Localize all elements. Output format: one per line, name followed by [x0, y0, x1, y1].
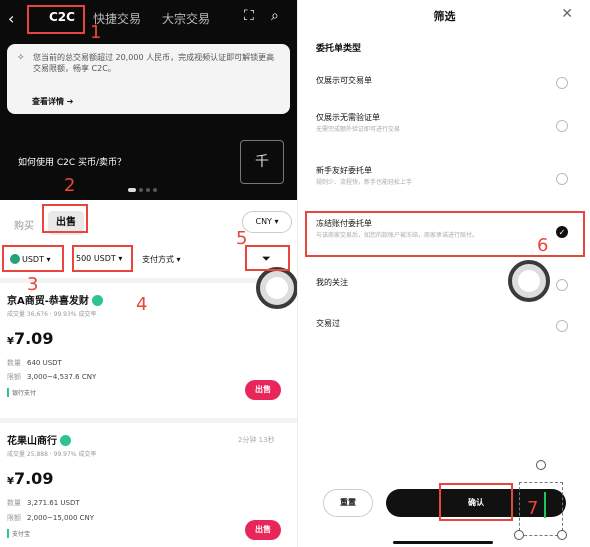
option-traded-before[interactable]: 交易过 [316, 318, 578, 356]
option-title: 新手友好委托单 [316, 166, 372, 175]
radio-button[interactable] [556, 77, 568, 89]
highlight-box-confirm [439, 483, 513, 521]
annotation-number: 1 [90, 22, 102, 43]
merchant-price: ¥7.09 [7, 469, 53, 488]
quantity-row: 数量 3,271.61 USDT [7, 498, 80, 508]
option-tradable-only[interactable]: 仅展示可交易单 [316, 75, 578, 113]
home-indicator [393, 541, 493, 544]
merchant-name[interactable]: 花果山商行 [7, 432, 71, 447]
floating-assistive-touch[interactable] [508, 260, 550, 302]
highlight-box-c2c [27, 5, 85, 34]
reset-button[interactable]: 重置 [323, 489, 373, 517]
quantity-value: 640 USDT [27, 359, 62, 367]
annotation-number: 4 [136, 294, 148, 315]
selection-handle[interactable] [514, 530, 524, 540]
limit-value: 3,000~4,537.6 CNY [27, 373, 97, 381]
highlight-box-sell [42, 204, 88, 233]
currency-select[interactable]: CNY ▾ [242, 211, 292, 233]
radio-button[interactable] [556, 320, 568, 332]
close-icon[interactable]: ✕ [561, 6, 573, 22]
response-time: 2分钟 13秒 [238, 436, 275, 444]
search-icon[interactable]: ⌕ [271, 8, 279, 24]
promo-text[interactable]: 如何使用 C2C 买币/卖币？ [18, 155, 126, 168]
limit-label: 限额 [7, 514, 21, 522]
selection-handle[interactable] [557, 530, 567, 540]
annotation-number: 5 [236, 228, 248, 249]
payment-method: 支付宝 [7, 529, 30, 538]
verified-badge-icon [91, 295, 103, 306]
limit-label: 限额 [7, 373, 21, 381]
merchant-name[interactable]: 京A商贸-恭喜发财 [7, 292, 103, 307]
view-details-link[interactable]: 查看详情 ➔ [32, 96, 74, 107]
option-title: 仅展示可交易单 [316, 76, 372, 85]
highlight-box-coin [2, 245, 64, 272]
radio-button[interactable] [556, 173, 568, 185]
floating-assistive-touch[interactable] [256, 267, 297, 309]
highlight-box-filter [245, 245, 290, 271]
selection-box [519, 482, 563, 536]
option-no-verification[interactable]: 仅展示无需验证单 无需完成额外验证即可进行交易 [316, 112, 578, 150]
quantity-value: 3,271.61 USDT [27, 499, 80, 507]
merchant-stats: 成交量 25,888 · 99.97% 成交率 [7, 451, 97, 458]
price-value: 7.09 [13, 469, 54, 488]
merchant-price: ¥7.09 [7, 329, 53, 348]
merchant-card: 京A商贸-恭喜发财 成交量 36,676 · 99.93% 成交率 ¥7.09 … [0, 292, 297, 422]
merchant-name-text: 京A商贸-恭喜发财 [7, 296, 89, 307]
option-newbie-friendly[interactable]: 新手友好委托单 规则少、流程快，新手也能轻松上手 [316, 165, 578, 203]
divider [0, 418, 297, 423]
quantity-label: 数量 [7, 499, 21, 507]
c2c-panel: ‹ C2C 快捷交易 大宗交易 ⛶ ⌕ ✧ 您当前的总交易额超过 20,000 … [0, 0, 297, 547]
option-description: 无需完成额外验证即可进行交易 [316, 126, 401, 133]
filter-title: 筛选 [433, 10, 456, 23]
annotation-number: 6 [537, 235, 549, 256]
annotation-number: 2 [64, 175, 76, 196]
divider [0, 278, 297, 283]
option-title: 交易过 [316, 319, 340, 328]
option-description: 规则少、流程快，新手也能轻松上手 [316, 179, 413, 186]
option-title: 仅展示无需验证单 [316, 113, 380, 122]
filter-header: 筛选 ✕ [298, 0, 590, 30]
scan-icon[interactable]: ⛶ [244, 8, 254, 24]
verified-badge-icon [60, 435, 71, 446]
text-cursor [544, 492, 546, 518]
limit-value: 2,000~15,000 CNY [27, 514, 95, 522]
guide-book-icon: 千 [240, 140, 284, 184]
back-icon[interactable]: ‹ [8, 9, 14, 28]
quantity-row: 数量 640 USDT [7, 358, 62, 368]
carousel-dot [139, 188, 143, 192]
price-value: 7.09 [13, 329, 54, 348]
radio-button[interactable] [556, 279, 568, 291]
sell-button[interactable]: 出售 [245, 520, 281, 540]
merchant-card: 花果山商行 成交量 25,888 · 99.97% 成交率 2分钟 13秒 ¥7… [0, 432, 297, 547]
carousel-dot [153, 188, 157, 192]
tab-block-trade[interactable]: 大宗交易 [162, 10, 210, 27]
limit-row: 限额 3,000~4,537.6 CNY [7, 372, 96, 382]
order-type-heading: 委托单类型 [316, 44, 362, 54]
quantity-label: 数量 [7, 359, 21, 367]
limit-row: 限额 2,000~15,000 CNY [7, 513, 94, 523]
screenshot-root: ‹ C2C 快捷交易 大宗交易 ⛶ ⌕ ✧ 您当前的总交易额超过 20,000 … [0, 0, 590, 547]
price-currency-symbol: ¥ [7, 476, 14, 487]
merchant-name-text: 花果山商行 [7, 436, 57, 447]
payment-method: 银行支付 [7, 388, 36, 397]
annotation-number: 3 [27, 274, 39, 295]
sell-button[interactable]: 出售 [245, 380, 281, 400]
carousel-dot [128, 188, 136, 192]
radio-button[interactable] [556, 120, 568, 132]
annotation-number: 7 [527, 498, 539, 519]
carousel-dots [128, 188, 157, 192]
tab-buy[interactable]: 购买 [14, 217, 34, 232]
payment-filter[interactable]: 支付方式 ▾ [142, 254, 181, 265]
filter-panel: 筛选 ✕ 委托单类型 仅展示可交易单 仅展示无需验证单 无需完成额外验证即可进行… [297, 0, 590, 547]
notice-text: 您当前的总交易额超过 20,000 人民币，完成视频认证即可解锁更高交易限额，畅… [33, 53, 275, 73]
selection-handle[interactable] [536, 460, 546, 470]
price-currency-symbol: ¥ [7, 336, 14, 347]
merchant-stats: 成交量 36,676 · 99.93% 成交率 [7, 311, 97, 318]
carousel-dot [146, 188, 150, 192]
highlight-box-amount [72, 245, 133, 272]
lightbulb-icon: ✧ [17, 53, 25, 63]
verification-notice: ✧ 您当前的总交易额超过 20,000 人民币，完成视频认证即可解锁更高交易限额… [7, 44, 290, 114]
